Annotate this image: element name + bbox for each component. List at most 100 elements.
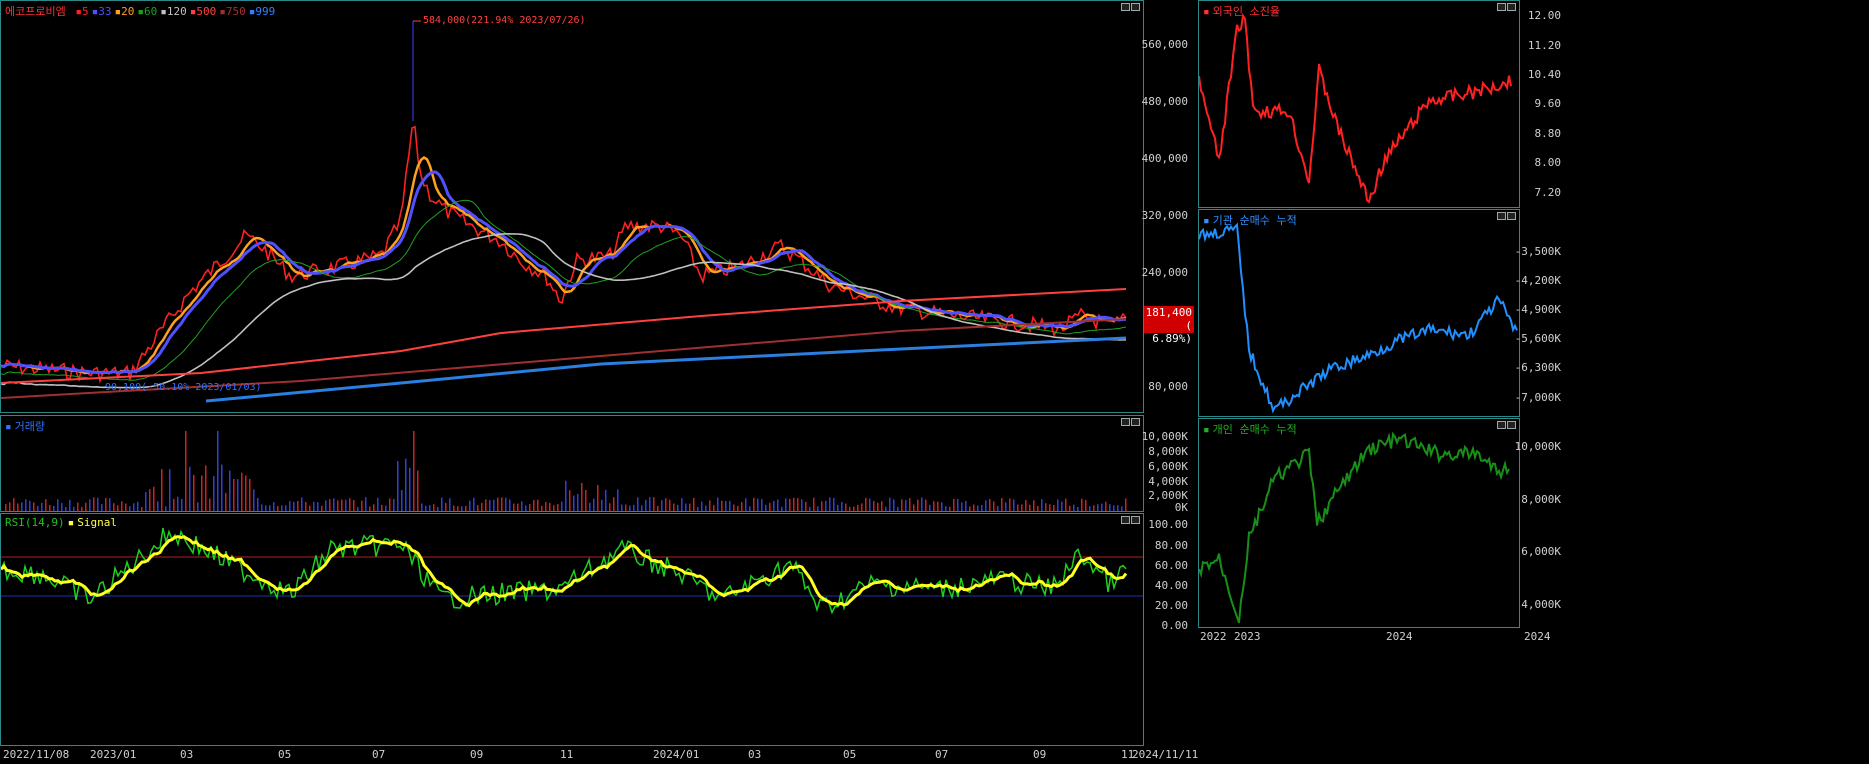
volume-bar [529, 504, 531, 511]
volume-bar [829, 497, 831, 511]
volume-bar [177, 496, 179, 511]
volume-bar [313, 501, 315, 511]
volume-bar [517, 503, 519, 511]
volume-bar [57, 499, 59, 511]
volume-bar [865, 497, 867, 511]
volume-bar [1073, 504, 1075, 511]
volume-bar [197, 502, 199, 511]
individual-panel[interactable]: ▪ 개인 순매수 누적 [1198, 418, 1520, 628]
volume-bar [421, 503, 423, 511]
volume-bar [697, 506, 699, 511]
volume-bar [45, 499, 47, 511]
volume-bar [969, 506, 971, 511]
volume-bar [949, 506, 951, 511]
y-tick: 10,000K [1141, 430, 1188, 443]
volume-bar [773, 500, 775, 511]
volume-bar [5, 503, 7, 511]
foreign-ownership-panel[interactable]: ▪ 외국인 소진율 [1198, 0, 1520, 208]
volume-bar [781, 506, 783, 511]
volume-bar [157, 501, 159, 511]
volume-bar [69, 499, 71, 511]
volume-bar [257, 498, 259, 511]
volume-panel[interactable]: ▪ 거래량 [0, 415, 1144, 512]
volume-bar [677, 504, 679, 511]
volume-bar [141, 506, 143, 511]
y-tick: 8.80 [1534, 127, 1562, 140]
volume-bar [481, 502, 483, 511]
volume-bar [345, 499, 347, 511]
volume-bar [725, 500, 727, 511]
volume-bar [1005, 502, 1007, 511]
volume-bar [613, 497, 615, 511]
volume-bar [213, 476, 215, 511]
volume-bar [937, 501, 939, 511]
y-tick: 40.00 [1154, 579, 1188, 592]
volume-bar [609, 503, 611, 511]
volume-bar [917, 499, 919, 511]
volume-bar [1045, 503, 1047, 511]
rsi-panel[interactable]: RSI(14,9) ▪ Signal [0, 513, 1144, 746]
volume-bar [353, 499, 355, 511]
volume-bar [153, 486, 155, 511]
volume-bar [1041, 499, 1043, 511]
volume-bar [9, 502, 11, 511]
volume-bar [441, 497, 443, 511]
volume-bar [901, 499, 903, 511]
volume-bar [657, 505, 659, 511]
volume-bar [973, 504, 975, 511]
volume-bar [1017, 504, 1019, 511]
volume-bar [785, 498, 787, 511]
price-chart-panel[interactable]: 에코프로비엠 ▪5 ▪33 ▪20 ▪60 ▪120 ▪500 ▪750 ▪999 584,0… [0, 0, 1144, 413]
y-tick: 60.00 [1154, 559, 1188, 572]
volume-bar [33, 502, 35, 511]
volume-bar [921, 497, 923, 511]
volume-bar [17, 503, 19, 511]
volume-bar [637, 497, 639, 511]
volume-bar [161, 469, 163, 511]
volume-bar [341, 499, 343, 511]
y-tick: 80.00 [1154, 539, 1188, 552]
volume-bar [885, 506, 887, 511]
volume-bar [285, 505, 287, 511]
volume-bar [853, 506, 855, 511]
volume-bar [873, 501, 875, 511]
volume-bar [129, 506, 131, 511]
volume-bar [789, 498, 791, 511]
x-tick: 07 [372, 748, 386, 761]
volume-bar [281, 505, 283, 511]
volume-bar [801, 499, 803, 511]
volume-bar [689, 503, 691, 511]
y-tick: 6,000K [1521, 545, 1561, 558]
volume-bar [577, 493, 579, 511]
volume-bar [653, 497, 655, 511]
volume-bar [169, 469, 171, 511]
volume-bar [557, 504, 559, 511]
volume-bar [97, 497, 99, 511]
volume-bar [1077, 506, 1079, 511]
volume-bar [357, 506, 359, 511]
volume-bar [509, 499, 511, 511]
volume-bar [881, 501, 883, 511]
volume-bar [205, 465, 207, 511]
volume-bar [133, 503, 135, 511]
volume-bar [825, 500, 827, 511]
volume-bar [817, 506, 819, 511]
individual-line [1199, 431, 1510, 624]
institution-panel[interactable]: ▪ 기관 순매수 누적 [1198, 209, 1520, 417]
current-change: ( 6.89%) [1152, 319, 1192, 345]
volume-bar [961, 502, 963, 511]
volume-bar [453, 505, 455, 511]
volume-bar [417, 470, 419, 511]
rsi-chart [1, 527, 1143, 615]
y-tick: 8.00 [1534, 156, 1562, 169]
volume-bar [1097, 504, 1099, 511]
volume-bar [669, 499, 671, 511]
volume-bar [449, 498, 451, 511]
volume-bar [605, 489, 607, 511]
volume-bar [585, 490, 587, 511]
volume-bar [173, 498, 175, 511]
volume-bar [1117, 505, 1119, 511]
volume-bar [797, 498, 799, 511]
volume-bar [1093, 505, 1095, 511]
volume-bar [381, 504, 383, 511]
